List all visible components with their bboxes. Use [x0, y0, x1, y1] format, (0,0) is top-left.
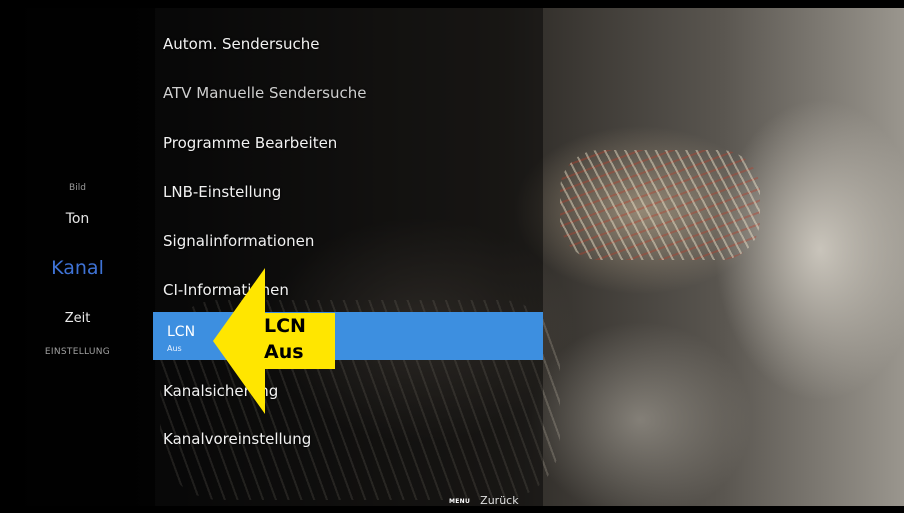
noodles-texture: [560, 150, 760, 260]
sidebar-item-einstellung[interactable]: EINSTELLUNG: [0, 347, 155, 357]
menu-item-lnb-einstellung[interactable]: LNB-Einstellung: [163, 183, 281, 201]
menu-item-lcn-value: Aus: [167, 344, 182, 353]
menu-item-programme-bearbeiten[interactable]: Programme Bearbeiten: [163, 134, 337, 152]
menu-item-signalinformationen[interactable]: Signalinformationen: [163, 232, 314, 250]
tv-screen: Bild Ton Kanal Zeit EINSTELLUNG Autom. S…: [0, 0, 904, 513]
sidebar-item-zeit[interactable]: Zeit: [0, 311, 155, 326]
menu-item-lcn[interactable]: [153, 312, 543, 360]
menu-key-icon: MENU: [449, 497, 471, 505]
annotation-line-2: Aus: [264, 341, 304, 363]
menu-item-autom-sendersuche[interactable]: Autom. Sendersuche: [163, 35, 319, 53]
menu-item-kanalvoreinstellung[interactable]: Kanalvoreinstellung: [163, 430, 311, 448]
sidebar-item-kanal[interactable]: Kanal: [0, 257, 155, 279]
annotation-line-1: LCN: [264, 315, 306, 337]
sidebar-item-bild[interactable]: Bild: [0, 183, 155, 193]
screen-bezel-bottom: [0, 506, 904, 513]
sidebar-item-ton[interactable]: Ton: [0, 211, 155, 227]
menu-item-lcn-label: LCN: [167, 324, 196, 340]
screen-bezel-top: [0, 0, 904, 8]
menu-item-atv-manuelle-sendersuche[interactable]: ATV Manuelle Sendersuche: [163, 84, 366, 102]
